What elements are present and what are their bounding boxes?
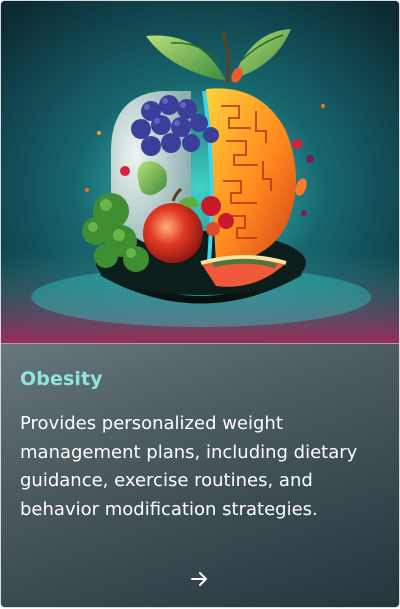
card-title: Obesity — [20, 368, 103, 390]
card-description: Provides personalized weight management … — [20, 413, 358, 520]
fruit-apple-illustration — [1, 1, 399, 343]
card-body: Obesity Provides personalized weight man… — [1, 343, 399, 607]
card-image — [1, 1, 399, 343]
arrow-right-icon — [191, 572, 207, 586]
card-link[interactable] — [187, 568, 213, 590]
service-card[interactable]: Obesity Provides personalized weight man… — [1, 1, 399, 607]
